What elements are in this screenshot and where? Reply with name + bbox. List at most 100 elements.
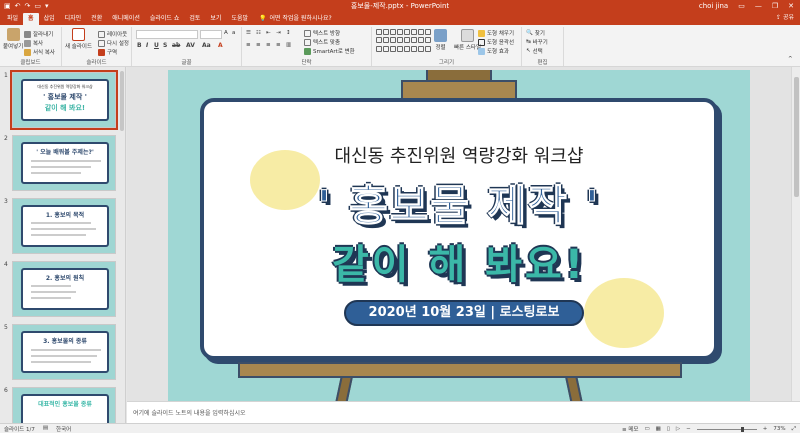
slide-thumbnail-3[interactable]: 3 1. 홍보의 목적 — [4, 198, 124, 254]
tab-file[interactable]: 파일 — [2, 13, 23, 25]
increase-indent-icon[interactable]: ⇥ — [276, 30, 281, 36]
italic-icon[interactable]: I — [146, 42, 148, 49]
columns-icon[interactable]: ▥ — [286, 42, 291, 48]
start-from-beginning-icon[interactable]: ▭ — [34, 0, 41, 12]
fit-to-window-icon[interactable]: ⤢ — [792, 426, 796, 433]
bullets-icon[interactable]: ☰ — [246, 30, 251, 36]
current-slide[interactable]: 대신동 추진위원 역량강화 워크샵 ' 홍보물 제작 ' 같이 해 봐요! 20… — [168, 70, 750, 401]
replace-button[interactable]: ↹ 바꾸기 — [526, 38, 548, 46]
slides-panel-scrollbar[interactable] — [120, 71, 124, 131]
font-grow-icon[interactable]: A — [224, 30, 228, 36]
slide-thumbnail-1[interactable]: 1 대신동 추진위원 역량강화 워크샵 ' 홍보물 제작 ' 같이 해 봐요! — [4, 70, 124, 130]
notes-placeholder: 여기에 슬라이드 노트의 내용을 입력하십시오 — [133, 410, 246, 417]
share-button[interactable]: ⇪ 공유 — [776, 12, 794, 24]
copy-button[interactable]: 복사 — [24, 39, 43, 47]
find-button[interactable]: 🔍 찾기 — [526, 29, 545, 37]
font-size-select[interactable] — [200, 30, 222, 39]
language-indicator[interactable]: 한국어 — [56, 425, 71, 433]
tab-home[interactable]: 홈 — [23, 13, 39, 25]
slide-thumbnail-5[interactable]: 5 3. 홍보물의 종류 — [4, 324, 124, 380]
align-text-button[interactable]: 텍스트 맞춤 — [304, 38, 340, 46]
tab-design[interactable]: 디자인 — [60, 13, 87, 25]
decrease-indent-icon[interactable]: ⇤ — [266, 30, 271, 36]
shape-outline-button[interactable]: 도형 윤곽선 — [478, 38, 514, 46]
customize-qat-icon[interactable]: ▾ — [45, 0, 49, 12]
bold-icon[interactable]: B — [137, 42, 142, 49]
tab-help[interactable]: 도움말 — [226, 13, 253, 25]
ribbon-display-options-icon[interactable]: ▭ — [738, 0, 745, 12]
zoom-slider[interactable] — [696, 426, 757, 432]
group-drawing: 정렬 빠른 스타일 도형 채우기 도형 윤곽선 도형 효과 그리기 — [372, 27, 522, 66]
numbering-icon[interactable]: ☷ — [256, 30, 261, 36]
format-painter-button[interactable]: 서식 복사 — [24, 48, 55, 56]
maximize-icon[interactable]: ❐ — [772, 0, 778, 12]
justify-icon[interactable]: ≡ — [276, 42, 281, 48]
smartart-button[interactable]: SmartArt로 변환 — [304, 47, 355, 55]
tell-me-box[interactable]: 💡 어떤 작업을 원하시나요? — [253, 13, 338, 25]
section-button[interactable]: 구역 — [98, 48, 117, 56]
collapse-ribbon-icon[interactable]: ^ — [788, 56, 793, 62]
slide-thumbnail-4[interactable]: 4 2. 홍보의 원칙 — [4, 261, 124, 317]
slide-subtitle[interactable]: 대신동 추진위원 역량강화 워크샵 — [204, 142, 714, 168]
reading-view-icon[interactable]: ▯ — [667, 426, 670, 432]
close-icon[interactable]: ✕ — [788, 0, 794, 12]
minimize-icon[interactable]: — — [755, 0, 762, 12]
shape-fill-button[interactable]: 도형 채우기 — [478, 29, 514, 37]
zoom-out-icon[interactable]: − — [686, 426, 691, 432]
tab-animations[interactable]: 애니메이션 — [107, 13, 145, 25]
shapes-gallery[interactable] — [376, 29, 431, 53]
cut-button[interactable]: 잘라내기 — [24, 30, 53, 38]
font-color-icon[interactable]: A — [218, 42, 223, 49]
underline-icon[interactable]: U — [154, 42, 159, 49]
redo-icon[interactable]: ↷ — [25, 0, 31, 12]
slide-counter: 슬라이드 1/7 — [4, 426, 35, 433]
quick-styles-button[interactable]: 빠른 스타일 — [454, 29, 481, 51]
font-family-select[interactable] — [136, 30, 198, 39]
char-spacing-icon[interactable]: AV — [186, 42, 195, 49]
strikethrough-icon[interactable]: ab — [172, 42, 180, 49]
change-case-icon[interactable]: Aa — [202, 42, 211, 49]
arrange-icon — [434, 29, 447, 42]
new-slide-button[interactable]: 새 슬라이드 — [65, 28, 92, 50]
tab-review[interactable]: 검토 — [184, 13, 205, 25]
layout-button[interactable]: 레이아웃 — [98, 30, 127, 38]
undo-icon[interactable]: ↶ — [15, 0, 21, 12]
notes-pane[interactable]: 여기에 슬라이드 노트의 내용을 입력하십시오 — [127, 401, 800, 423]
shadow-icon[interactable]: S — [163, 42, 167, 49]
slideshow-icon[interactable]: ▷ — [676, 426, 680, 432]
slide-thumbnail-2[interactable]: 2 ' 오늘 배워볼 주제는?' — [4, 135, 124, 191]
zoom-in-icon[interactable]: + — [763, 426, 768, 432]
editor-scrollbar[interactable] — [791, 67, 800, 401]
tab-slideshow[interactable]: 슬라이드 쇼 — [145, 13, 185, 25]
slide-thumbnail-6[interactable]: 6 대표적인 홍보물 종류 — [4, 387, 124, 423]
scroll-thumb[interactable] — [794, 77, 799, 197]
slide-title-second-line[interactable]: 같이 해 봐요! — [204, 232, 714, 290]
zoom-level[interactable]: 73% — [773, 426, 785, 432]
align-center-icon[interactable]: ≡ — [256, 42, 261, 48]
text-direction-button[interactable]: 텍스트 방향 — [304, 29, 340, 37]
shape-effects-button[interactable]: 도형 효과 — [478, 47, 509, 55]
arrange-button[interactable]: 정렬 — [434, 29, 447, 51]
slide-sorter-icon[interactable]: ▦ — [656, 426, 661, 432]
reset-button[interactable]: 다시 설정 — [98, 39, 129, 47]
select-button[interactable]: ↖ 선택 — [526, 47, 543, 55]
group-paragraph: ☰ ☷ ⇤ ⇥ ↕ ≡ ≡ ≡ ≡ ▥ 텍스트 방향 텍스트 맞춤 SmartA… — [242, 27, 372, 66]
normal-view-icon[interactable]: ▭ — [644, 426, 649, 432]
notes-button[interactable]: ≡ 메모 — [622, 425, 638, 433]
user-name[interactable]: choi jina — [699, 0, 728, 12]
tab-view[interactable]: 보기 — [205, 13, 226, 25]
date-banner[interactable]: 2020년 10월 23일 | 로스팅로보 — [344, 300, 584, 326]
align-left-icon[interactable]: ≡ — [246, 42, 251, 48]
quick-styles-icon — [461, 29, 475, 42]
font-shrink-icon[interactable]: a — [232, 30, 235, 36]
tab-insert[interactable]: 삽입 — [39, 13, 60, 25]
align-text-icon — [304, 38, 311, 46]
slide-title[interactable]: ' 홍보물 제작 ' — [204, 172, 714, 233]
save-icon[interactable]: ▣ — [4, 0, 11, 12]
line-spacing-icon[interactable]: ↕ — [286, 30, 291, 36]
paste-button[interactable]: 붙여넣기 — [3, 28, 23, 50]
tab-transitions[interactable]: 전환 — [86, 13, 107, 25]
spellcheck-icon[interactable]: ▤ — [43, 425, 48, 433]
align-right-icon[interactable]: ≡ — [266, 42, 271, 48]
zoom-slider-handle[interactable] — [740, 426, 744, 432]
